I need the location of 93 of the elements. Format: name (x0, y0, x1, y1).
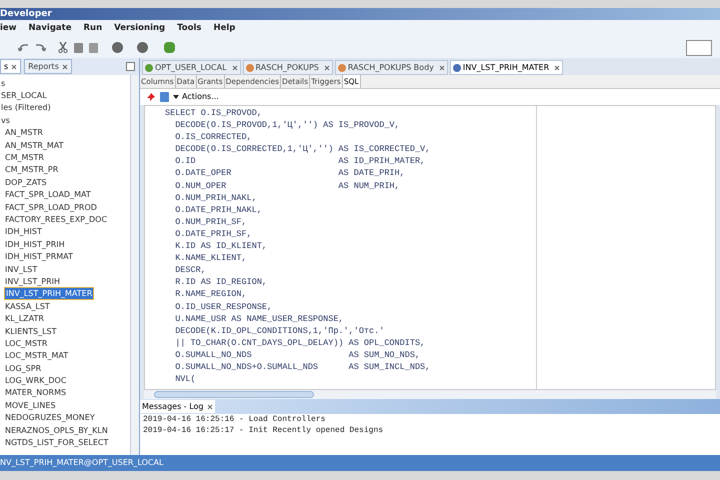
close-icon[interactable] (554, 64, 560, 70)
code-line: O.IS_CORRECTED, (174, 131, 253, 144)
window-title: Developer (0, 8, 52, 20)
editor-tab[interactable]: RASCH_POKUPS Body (334, 60, 448, 75)
editor-tab[interactable]: OPT_USER_LOCAL (142, 60, 241, 75)
scroll-thumb[interactable] (154, 391, 314, 398)
tree-item[interactable]: LOC_MSTR (4, 338, 48, 349)
menu-item[interactable]: Tools (177, 22, 202, 35)
tree-item[interactable]: LOC_MSTR_MAT (4, 350, 70, 362)
redo-icon[interactable] (35, 43, 46, 52)
tree-item[interactable]: NGTDS_LIST_FOR_SELECT (4, 437, 110, 448)
tree-item[interactable]: vs (0, 114, 11, 126)
code-line: NVL( (174, 373, 197, 386)
close-icon[interactable] (11, 64, 18, 70)
tree-item[interactable]: AN_MSTR (4, 127, 44, 138)
status-text: NV_LST_PRIH_MATER@OPT_USER_LOCAL (0, 457, 164, 469)
tree-item[interactable]: INV_LST (4, 264, 38, 275)
code-line: || TO_CHAR(O.CNT_DAYS_OPL_DELAY)) AS OPL_CONDITS, (174, 336, 426, 349)
tree-item[interactable]: IDH_HIST_PRMAT (4, 251, 74, 262)
undo-icon[interactable] (18, 43, 29, 52)
tree-item[interactable]: AN_MSTR_MAT (4, 140, 65, 151)
editor-tab[interactable]: INV_LST_PRIH_MATER (450, 60, 564, 75)
pin-icon[interactable] (146, 92, 156, 102)
close-icon[interactable] (62, 64, 68, 70)
close-icon[interactable] (232, 64, 238, 70)
code-line: O.ID_USER_RESPONSE, (174, 300, 274, 313)
vertical-scrollbar[interactable] (130, 75, 139, 455)
tree-item[interactable]: LOG_WRK_DOC (4, 375, 68, 386)
log-message: 2019-04-16 16:25:16 - Load Controllers (142, 414, 326, 425)
code-line: O.NUM_PRIH_SF, (174, 216, 248, 228)
horizontal-scrollbar[interactable] (144, 390, 716, 399)
tree-item[interactable]: NEDOGRUZES_MONEY (4, 412, 96, 424)
code-line: DECODE(O.IS_PROVOD,1,'Ц','') AS IS_PROVOD_V, (174, 119, 401, 132)
code-line: SELECT O.IS_PROVOD, (165, 107, 263, 120)
tree-item[interactable]: KASSA_LST (4, 300, 51, 312)
code-line: R.ID AS ID_REGION, (174, 276, 268, 288)
code-line: O.SUMALL_NO_NDS AS SUM_NO_NDS, (174, 348, 422, 361)
tree-item[interactable]: LOG_SPR (4, 362, 42, 374)
code-line: O.DATE_PRIH_SF, (174, 228, 253, 240)
tree-item[interactable]: KLIENTS_LST (4, 326, 58, 336)
panel-tab[interactable]: s (0, 59, 22, 74)
object-icon (145, 64, 153, 72)
menu-item[interactable]: iew (0, 22, 17, 35)
object-icon (246, 64, 254, 72)
close-icon[interactable] (438, 64, 445, 70)
code-line: K.ID AS ID_KLIENT, (174, 240, 268, 252)
tree-item[interactable]: FACT_SPR_LOAD_MAT (4, 189, 92, 200)
menu-item[interactable]: Navigate (28, 22, 72, 35)
caret-icon (173, 95, 179, 99)
actions-menu[interactable]: Actions... (173, 91, 219, 103)
tree-item[interactable]: les (Filtered) (0, 102, 52, 114)
minimize-icon[interactable] (126, 62, 135, 71)
menu-item[interactable]: Run (83, 22, 102, 35)
close-icon[interactable] (324, 64, 330, 70)
menu-item[interactable]: Help (213, 22, 236, 35)
tree-item[interactable]: KL_LZATR (4, 313, 45, 324)
code-line: O.DATE_PRIH_NAKL, (174, 204, 263, 216)
code-line: O.ID AS ID_PRIH_MATER, (174, 155, 426, 168)
tree-item[interactable]: IDH_HIST_PRIH (4, 238, 66, 250)
tree-item[interactable]: SER_LOCAL (0, 90, 48, 102)
log-message: 2019-04-16 16:25:17 - Init Recently opened Designs (142, 425, 384, 436)
code-line: DECODE(O.IS_CORRECTED,1,'Ц','') AS IS_CORRECTED_V, (174, 143, 432, 156)
tree-item[interactable]: FACT_SPR_LOAD_PROD (4, 202, 98, 213)
code-line: K.NAME_KLIENT, (174, 252, 248, 264)
tree-item[interactable]: s (0, 78, 6, 89)
tree-item[interactable]: CM_MSTR (4, 152, 45, 164)
code-line: DESCR, (174, 264, 207, 276)
tree-item[interactable]: INV_LST_PRIH_MATER (4, 287, 94, 300)
sticky-note-icon[interactable] (686, 40, 712, 56)
tree-item[interactable]: DOP_ZATS (4, 176, 48, 188)
tree-item[interactable]: CM_MSTR_PR (4, 164, 60, 176)
panel-tab[interactable]: Messages - Log (140, 400, 214, 413)
object-icon (452, 64, 461, 72)
code-line: R.NAME_REGION, (174, 288, 248, 300)
code-line: O.DATE_OPER AS DATE_PRIH, (174, 167, 406, 180)
object-icon (338, 64, 346, 72)
tree-item[interactable]: MOVE_LINES (4, 400, 57, 411)
code-line: U.NAME_USR AS NAME_USER_RESPONSE, (174, 312, 345, 325)
code-line: DECODE(K.ID_OPL_CONDITIONS,1,'Пр.','Отс.' (174, 324, 386, 337)
panel-tab[interactable]: Reports (24, 59, 72, 74)
tree-item[interactable]: IDH_HIST (4, 226, 43, 238)
tree-item[interactable]: INV_LST_PRIH (4, 276, 61, 287)
tree-item[interactable]: MATER_NORMS (4, 387, 68, 398)
menu-item[interactable]: Versioning (114, 22, 166, 35)
tree-item[interactable]: FACTORY_REES_EXP_DOC (4, 214, 108, 225)
tree-item[interactable]: NERAZNOS_OPLS_BY_KLN (4, 424, 109, 436)
close-icon[interactable] (206, 404, 212, 410)
code-line: O.NUM_PRIH_NAKL, (174, 192, 258, 204)
editor-tab[interactable]: RASCH_POKUPS (242, 60, 333, 75)
sql-connection-icon[interactable] (164, 42, 175, 53)
code-line: O.SUMALL_NO_NDS+O.SUMALL_NDS AS SUM_INCL_NDS, (174, 360, 432, 374)
cut-icon[interactable] (58, 42, 68, 53)
code-line: O.NUM_OPER AS NUM_PRIH, (174, 180, 401, 192)
